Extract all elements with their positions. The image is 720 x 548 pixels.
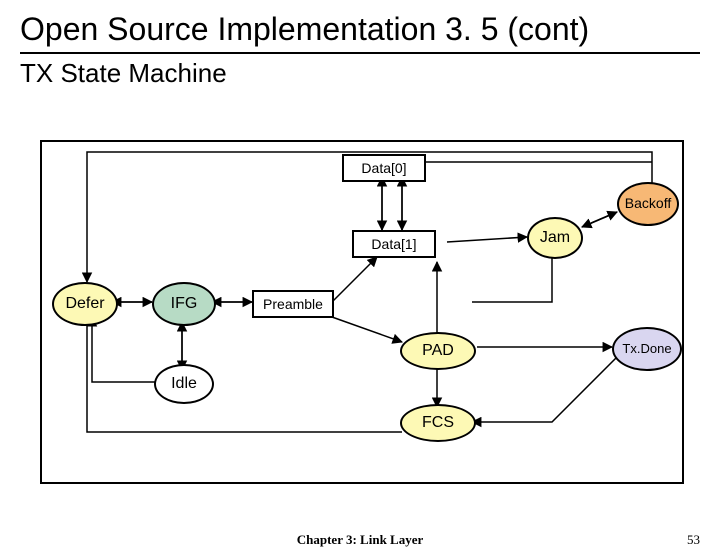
node-fcs: FCS [400,404,476,442]
footer-chapter: Chapter 3: Link Layer [297,532,424,548]
label-txdone: Tx.Done [622,342,671,356]
node-ifg: IFG [152,282,216,326]
node-data0: Data[0] [342,154,426,182]
state-diagram: Data[0] Data[1] Backoff Jam Defer IFG Pr… [40,140,684,484]
slide-title: Open Source Implementation 3. 5 (cont) [0,0,720,48]
node-preamble: Preamble [252,290,334,318]
label-data1: Data[1] [371,236,416,252]
label-pad: PAD [422,342,454,360]
label-jam: Jam [540,229,570,247]
label-data0: Data[0] [361,160,406,176]
label-idle: Idle [171,375,197,393]
node-defer: Defer [52,282,118,326]
node-backoff: Backoff [617,182,679,226]
label-defer: Defer [65,295,104,313]
node-data1: Data[1] [352,230,436,258]
footer-page-number: 53 [687,532,700,548]
label-preamble: Preamble [263,296,323,312]
node-idle: Idle [154,364,214,404]
label-backoff: Backoff [625,196,671,211]
node-pad: PAD [400,332,476,370]
label-fcs: FCS [422,414,454,432]
node-txdone: Tx.Done [612,327,682,371]
node-jam: Jam [527,217,583,259]
slide-subtitle: TX State Machine [0,54,720,89]
label-ifg: IFG [171,295,198,313]
